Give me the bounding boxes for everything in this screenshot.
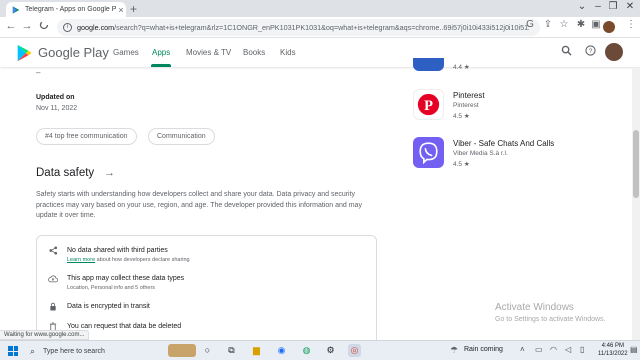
taskbar-clock[interactable]: 4:46 PM 11/13/2022 bbox=[598, 343, 628, 358]
battery-icon[interactable]: ▯ bbox=[580, 345, 584, 354]
nav-kids[interactable]: Kids bbox=[280, 48, 296, 57]
bookmark-star-icon[interactable]: ☆ bbox=[557, 19, 571, 30]
app-icon[interactable]: ◍ bbox=[300, 344, 313, 357]
address-bar[interactable]: i google.com/search?q=what+is+telegram&r… bbox=[57, 19, 540, 36]
google-play-brand[interactable]: Google Play bbox=[38, 45, 109, 60]
help-icon[interactable]: ? bbox=[585, 45, 596, 59]
nav-games[interactable]: Games bbox=[113, 48, 139, 57]
learn-more-link[interactable]: Learn more bbox=[67, 257, 95, 263]
app-developer: Pinterest bbox=[453, 102, 479, 109]
data-safety-item-text: You can request that data be deleted bbox=[67, 323, 182, 330]
close-window-button[interactable]: ✕ bbox=[623, 1, 637, 12]
cloud-upload-icon bbox=[47, 274, 59, 285]
nav-books[interactable]: Books bbox=[243, 48, 265, 57]
tab-title: Telegram - Apps on Google Play bbox=[25, 6, 116, 13]
search-icon: ⌕ bbox=[30, 345, 36, 356]
profile-avatar[interactable] bbox=[603, 21, 615, 33]
account-avatar[interactable] bbox=[605, 43, 623, 61]
activate-windows-title: Activate Windows bbox=[495, 302, 574, 313]
data-safety-item-text: Data is encrypted in transit bbox=[67, 303, 150, 310]
app-developer: Viber Media S.à r.l. bbox=[453, 150, 508, 157]
google-lens-icon[interactable]: G bbox=[523, 19, 537, 30]
data-safety-title[interactable]: Data safety bbox=[36, 167, 94, 179]
site-info-icon[interactable]: i bbox=[63, 23, 72, 32]
tab-search-icon[interactable]: ⌄ bbox=[575, 1, 589, 12]
data-safety-card: No data shared with third parties Learn … bbox=[36, 235, 377, 345]
windows-start-icon[interactable] bbox=[8, 346, 18, 356]
data-safety-item-sub: Learn more about how developers declare … bbox=[67, 257, 190, 263]
rain-cloud-icon: ☂ bbox=[449, 345, 459, 355]
browser-toolbar: ← → i google.com/search?q=what+is+telegr… bbox=[0, 17, 640, 38]
volume-icon[interactable]: ◁ bbox=[565, 345, 571, 354]
play-header: Google Play Games Apps Movies & TV Books… bbox=[0, 38, 640, 67]
taskbar-search-placeholder: Type here to search bbox=[43, 347, 105, 355]
chip-communication[interactable]: Communication bbox=[148, 128, 215, 145]
search-icon[interactable] bbox=[561, 45, 572, 59]
extensions-icon[interactable]: ✱ bbox=[574, 19, 588, 30]
updated-on-date: Nov 11, 2022 bbox=[36, 105, 78, 112]
notifications-icon[interactable]: ▤ bbox=[630, 345, 638, 354]
url-text: google.com/search?q=what+is+telegram&rlz… bbox=[77, 23, 529, 32]
minimize-button[interactable]: – bbox=[591, 1, 605, 12]
weather-text[interactable]: Rain coming bbox=[464, 346, 503, 353]
share-icon bbox=[47, 246, 59, 257]
file-explorer-icon[interactable]: ▆ bbox=[250, 344, 263, 357]
tray-chevron-icon[interactable]: ˄ bbox=[520, 345, 525, 354]
cortana-icon[interactable]: ○ bbox=[201, 344, 214, 357]
data-safety-item-text: No data shared with third parties bbox=[67, 247, 168, 254]
page-scrollbar[interactable] bbox=[632, 68, 640, 340]
app-rating: 4.5 ★ bbox=[453, 161, 470, 168]
back-arrow-icon[interactable]: ← bbox=[4, 20, 18, 32]
new-tab-button[interactable]: + bbox=[130, 2, 137, 16]
clock-time: 4:46 PM bbox=[601, 343, 624, 349]
active-nav-indicator bbox=[151, 64, 171, 67]
arrow-right-icon[interactable]: → bbox=[104, 167, 115, 179]
network-icon[interactable]: ▭ bbox=[535, 345, 543, 354]
tab-close-icon[interactable]: × bbox=[116, 5, 126, 15]
nav-movies-tv[interactable]: Movies & TV bbox=[186, 48, 231, 57]
updated-on-label: Updated on bbox=[36, 94, 75, 101]
pinterest-logo-icon: P bbox=[413, 89, 444, 120]
data-safety-description: Safety starts with understanding how dev… bbox=[36, 191, 362, 219]
chip-top-free-communication[interactable]: #4 top free communication bbox=[36, 128, 137, 145]
side-panel-icon[interactable]: ▣ bbox=[589, 19, 603, 30]
clock-date: 11/13/2022 bbox=[598, 350, 628, 357]
app-rating: 4.5 ★ bbox=[453, 113, 470, 120]
nav-apps[interactable]: Apps bbox=[152, 48, 170, 57]
browser-tab[interactable]: Telegram - Apps on Google Play × bbox=[6, 2, 126, 17]
app-rating-partial: 4.4 ★ bbox=[453, 64, 470, 71]
scrollbar-thumb[interactable] bbox=[633, 130, 639, 198]
app-name: Pinterest bbox=[453, 91, 485, 100]
lock-icon bbox=[47, 302, 59, 313]
maximize-button[interactable]: ❐ bbox=[606, 1, 620, 12]
activate-windows-subtitle: Go to Settings to activate Windows. bbox=[495, 316, 606, 323]
windows-taskbar: ⌕ Type here to search ○ ⧉ ▆ ◉ ◍ ⚙ ◎ ☂ Ra… bbox=[0, 340, 640, 360]
chrome-icon[interactable]: ◎ bbox=[348, 344, 361, 357]
data-safety-item-sub: Location, Personal info and 5 others bbox=[67, 285, 156, 291]
svg-text:?: ? bbox=[589, 48, 593, 55]
search-highlight-icon[interactable] bbox=[168, 344, 196, 357]
previous-section-text: – bbox=[36, 68, 41, 77]
google-play-favicon-icon bbox=[12, 5, 20, 14]
taskbar-search-box[interactable]: ⌕ Type here to search bbox=[26, 343, 166, 359]
forward-arrow-icon[interactable]: → bbox=[20, 20, 34, 32]
viber-logo-icon bbox=[413, 137, 444, 168]
browser-tab-strip: Telegram - Apps on Google Play × + ⌄ – ❐… bbox=[0, 0, 640, 17]
app-name: Viber - Safe Chats And Calls bbox=[453, 139, 555, 148]
settings-gear-icon[interactable]: ⚙ bbox=[324, 344, 337, 357]
chrome-menu-icon[interactable]: ⋮ bbox=[624, 19, 638, 30]
browser-status-bar: Waiting for www.google.com... bbox=[0, 330, 90, 340]
svg-text:P: P bbox=[424, 98, 433, 114]
app-icon-partial[interactable] bbox=[413, 58, 444, 71]
data-safety-item-text: This app may collect these data types bbox=[67, 275, 185, 282]
edge-icon[interactable]: ◉ bbox=[275, 344, 288, 357]
task-view-icon[interactable]: ⧉ bbox=[225, 344, 238, 357]
google-play-logo-icon[interactable] bbox=[15, 44, 33, 62]
share-icon[interactable]: ⇪ bbox=[541, 19, 555, 30]
loading-spinner-icon[interactable] bbox=[37, 20, 51, 33]
wifi-icon[interactable]: ◠ bbox=[550, 345, 557, 354]
